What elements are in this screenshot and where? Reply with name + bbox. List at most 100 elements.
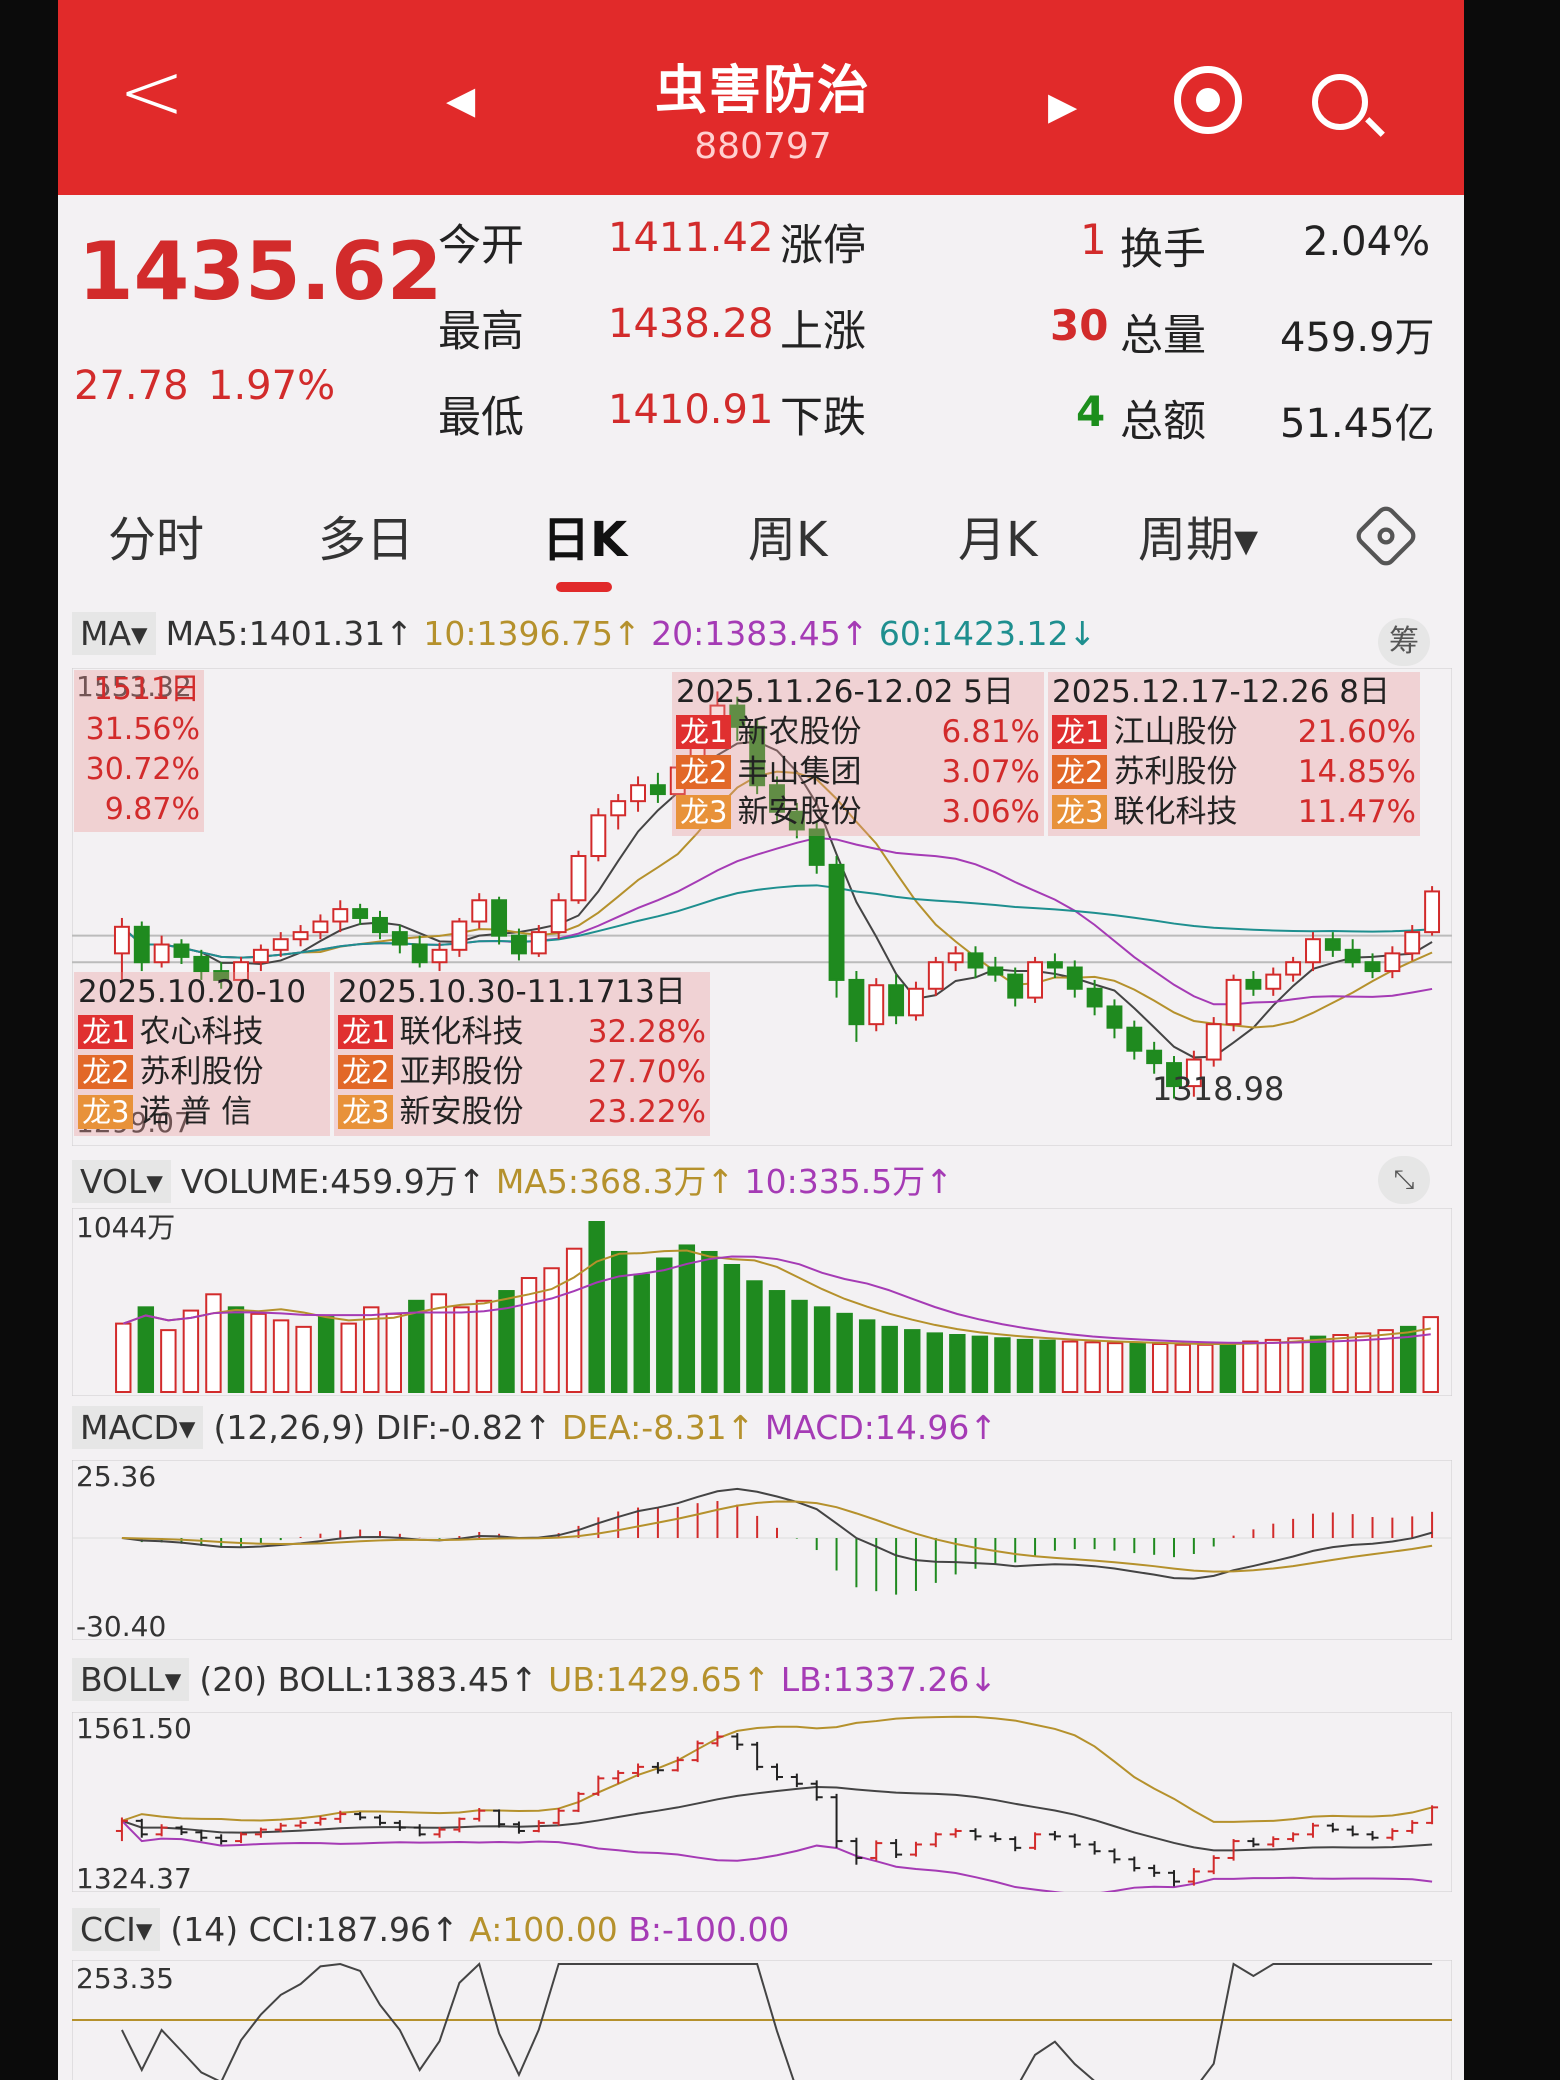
chip-distribution-button[interactable]: 筹 <box>1378 618 1430 666</box>
high-value: 1438.28 <box>608 301 774 347</box>
dragon-item: 龙2 苏利股份 14.85% <box>1048 752 1420 792</box>
low-value: 1410.91 <box>608 387 774 433</box>
limit-up-count: 1 <box>1080 215 1107 264</box>
dragon-stock-name: 苏利股份 <box>139 1054 264 1090</box>
dragon-item: 龙3 联化科技 11.47% <box>1048 792 1420 832</box>
candle <box>173 943 190 958</box>
stock-code: 880797 <box>694 126 832 167</box>
dragon-box-5[interactable]: 2025.10.30-11.1713日 龙1 联化科技 32.28% 龙2 亚邦股份 27.… <box>334 972 710 1136</box>
macd-axis-max: 25.36 <box>76 1460 157 1493</box>
limit-up-label: 涨停 <box>780 221 866 271</box>
dragon-item: 龙3 诺 普 信 <box>74 1092 330 1132</box>
tab-multiday[interactable]: 多日 <box>318 500 414 570</box>
vol-value: VOLUME:459.9万↑ <box>180 1162 486 1201</box>
dragon-stock-pct: 21.60% <box>1297 714 1416 750</box>
dragon-stock-pct: 3.07% <box>941 754 1040 790</box>
candle <box>1146 1049 1163 1065</box>
boll-lb-value: LB:1337.26↓ <box>780 1660 997 1699</box>
expand-icon[interactable]: ⤡ <box>1378 1156 1430 1204</box>
macd-chart[interactable] <box>72 1460 1452 1640</box>
candle <box>113 925 130 955</box>
candle <box>510 934 527 955</box>
dragon-item: 龙1 农心科技 <box>74 1012 330 1052</box>
candle <box>1424 890 1441 934</box>
dragon-box-1-pct: 30.72% <box>85 752 200 787</box>
dragon-stock-name: 新安股份 <box>737 794 862 830</box>
settings-icon[interactable] <box>1352 502 1420 570</box>
dragon-stock-pct: 6.81% <box>941 714 1040 750</box>
dragon-stock-name: 诺 普 信 <box>139 1094 253 1130</box>
volume-bar <box>1152 1342 1169 1394</box>
volume-bar <box>295 1325 312 1393</box>
fall-label: 下跌 <box>780 393 866 443</box>
candle <box>1046 961 1063 969</box>
page-title: 虫害防治 <box>654 61 871 121</box>
candle <box>193 955 210 973</box>
app-header: < ◀ 虫害防治 880797 ▶ <box>58 0 1464 195</box>
volume-bar <box>340 1322 357 1393</box>
candle <box>868 984 885 1026</box>
tab-daily-k[interactable]: 日K <box>542 500 627 570</box>
candle <box>1245 978 1262 990</box>
cci-chart[interactable] <box>72 1960 1452 2080</box>
vol-indicator-bar: VOL▾ VOLUME:459.9万↑ MA5:368.3万↑ 10:335.5万… <box>72 1155 953 1203</box>
volume-bar <box>1016 1338 1034 1393</box>
macd-selector[interactable]: MACD▾ <box>72 1406 204 1449</box>
next-stock-button[interactable]: ▶ <box>1048 84 1077 128</box>
dragon-box-period: 2025.10.30-11.1713日 <box>338 974 686 1010</box>
candle <box>292 931 309 941</box>
boll-axis-max: 1561.50 <box>76 1712 192 1745</box>
tab-weekly-k[interactable]: 周K <box>748 500 827 570</box>
dragon-box-3[interactable]: 2025.12.17-12.26 8日 龙1 江山股份 21.60% 龙2 苏利股份 14.… <box>1048 672 1420 836</box>
candle <box>1066 966 1083 990</box>
volume-bar <box>182 1309 200 1393</box>
volume-chart[interactable] <box>72 1208 1452 1396</box>
volume-bar <box>904 1329 921 1393</box>
volume-bar <box>385 1312 402 1393</box>
ma-selector[interactable]: MA▾ <box>72 612 156 655</box>
candle <box>1106 1005 1123 1029</box>
candle <box>908 987 924 1017</box>
dragon-stock-pct: 27.70% <box>587 1054 706 1090</box>
search-icon[interactable] <box>1312 74 1368 130</box>
cci-line <box>121 1962 1433 2080</box>
dragon-rank-badge: 龙3 <box>338 1095 394 1129</box>
candle <box>1007 973 1024 999</box>
robot-icon[interactable] <box>1174 66 1242 134</box>
tab-intraday[interactable]: 分时 <box>108 500 204 570</box>
dragon-rank-badge: 龙1 <box>1052 715 1108 749</box>
macd-value: MACD:14.96↑ <box>764 1408 998 1447</box>
cci-selector[interactable]: CCI▾ <box>72 1908 161 1951</box>
dragon-box-1[interactable]: 1511日 31.56% 30.72% 9.87% <box>74 670 204 832</box>
volume-bar <box>1242 1340 1259 1393</box>
dragon-stock-name: 亚邦股份 <box>399 1054 524 1090</box>
candle <box>1225 978 1242 1026</box>
candle <box>1285 961 1302 976</box>
cci-a-value: A:100.00 <box>469 1910 618 1949</box>
period-tabs: 分时 多日 日K 周K 月K 周期▾ <box>58 470 1464 600</box>
boll-value: BOLL:1383.45↑ <box>277 1660 538 1699</box>
dragon-item: 龙1 江山股份 21.60% <box>1048 712 1420 752</box>
volume-bar <box>610 1250 628 1393</box>
candle <box>1364 961 1381 973</box>
dragon-box-4[interactable]: 2025.10.20-10 龙1 农心科技 龙2 苏利股份 龙3 诺 普 信 <box>74 972 330 1136</box>
dragon-item: 龙1 新农股份 6.81% <box>672 712 1044 752</box>
volume-bar <box>1354 1332 1372 1393</box>
volume-value: 459.9万 <box>1280 315 1435 361</box>
dragon-rank-badge: 龙2 <box>676 755 732 789</box>
tab-period-dropdown[interactable]: 周期▾ <box>1138 500 1258 570</box>
cci-params: (14) <box>170 1910 239 1949</box>
dragon-rank-badge: 龙1 <box>676 715 732 749</box>
dragon-rank-badge: 龙2 <box>338 1055 394 1089</box>
dragon-box-2[interactable]: 2025.11.26-12.02 5日 龙1 新农股份 6.81% 龙2 丰山集团 3.07… <box>672 672 1044 836</box>
candle <box>332 908 349 923</box>
boll-selector[interactable]: BOLL▾ <box>72 1658 190 1701</box>
tab-monthly-k[interactable]: 月K <box>958 500 1037 570</box>
candle <box>550 899 567 934</box>
vol-selector[interactable]: VOL▾ <box>72 1160 171 1203</box>
dragon-rank-badge: 龙3 <box>1052 795 1108 829</box>
macd-axis-min: -30.40 <box>76 1610 167 1643</box>
candle <box>391 931 408 946</box>
volume-bar <box>160 1329 177 1393</box>
boll-chart[interactable] <box>72 1712 1452 1892</box>
